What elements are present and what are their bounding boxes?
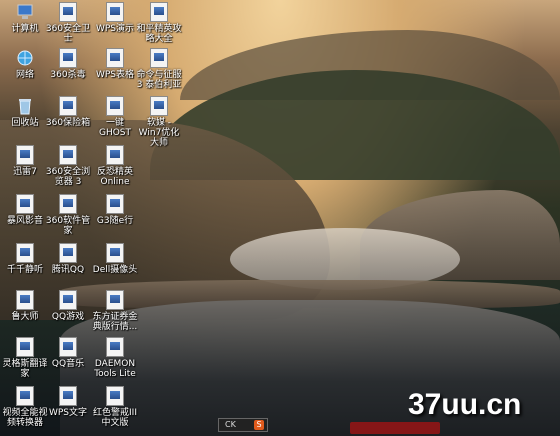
shortcut-icon (106, 48, 124, 68)
shortcut-icon (59, 96, 77, 116)
desktop-icon[interactable]: 和平精英攻略大全 (136, 2, 182, 44)
shortcut-icon (59, 386, 77, 406)
desktop-icon[interactable]: 一键GHOST (92, 96, 138, 138)
desktop-icon[interactable]: 360安全卫士 (45, 2, 91, 44)
shortcut-icon (106, 290, 124, 310)
desktop-icon[interactable]: 360软件管家 (45, 194, 91, 236)
desktop-icon[interactable]: 东方证券金典版行情... (92, 290, 138, 332)
desktop-icon[interactable]: 计算机 (2, 2, 48, 34)
desktop-icon-label: G3随e行 (96, 216, 134, 226)
desktop-icon-label: 360保险箱 (45, 118, 91, 128)
desktop-icon-label: 360安全浏览器 3 (45, 167, 91, 187)
shortcut-icon (16, 290, 34, 310)
desktop-icon-label: 360软件管家 (45, 216, 91, 236)
desktop-icon-label: 腾讯QQ (51, 265, 85, 275)
desktop-icon-label: WPS表格 (95, 70, 135, 80)
desktop-icon[interactable]: 360杀毒 (45, 48, 91, 80)
shortcut-icon (59, 48, 77, 68)
shortcut-icon (150, 2, 168, 22)
desktop-icon[interactable]: 反恐精英 Online (92, 145, 138, 187)
desktop-icon[interactable]: WPS演示 (92, 2, 138, 34)
desktop-icon[interactable]: 鲁大师 (2, 290, 48, 322)
desktop-icon-label: 软媒 - Win7优化大师 (138, 118, 180, 148)
shortcut-icon (106, 145, 124, 165)
desktop-icon-label: 和平精英攻略大全 (136, 24, 182, 44)
desktop-icon[interactable]: QQ游戏 (45, 290, 91, 322)
desktop-icon[interactable]: 暴风影音 (2, 194, 48, 226)
desktop-icon[interactable]: 360安全浏览器 3 (45, 145, 91, 187)
shortcut-icon (16, 337, 34, 357)
shortcut-icon (59, 243, 77, 263)
taskbar-widget[interactable]: CK S (218, 418, 268, 432)
shortcut-icon (16, 145, 34, 165)
desktop-icon-label: 红色警戒III 中文版 (93, 408, 137, 428)
sogou-input-icon[interactable]: S (254, 420, 264, 430)
desktop-icon[interactable]: Dell摄像头 (92, 243, 138, 275)
desktop-icon-label: 回收站 (11, 118, 39, 128)
shortcut-icon (106, 243, 124, 263)
desktop-icon[interactable]: 回收站 (2, 96, 48, 128)
desktop-icon[interactable]: QQ音乐 (45, 337, 91, 369)
desktop-icon[interactable]: DAEMON Tools Lite (92, 337, 138, 379)
desktop-icon-label: 网络 (15, 70, 34, 80)
desktop-icon[interactable]: 腾讯QQ (45, 243, 91, 275)
desktop-icon-label: DAEMON Tools Lite (94, 359, 136, 379)
desktop-icon-label: WPS演示 (95, 24, 135, 34)
desktop-icon[interactable]: WPS文字 (45, 386, 91, 418)
shortcut-icon (150, 48, 168, 68)
desktop-icon-label: 360杀毒 (50, 70, 86, 80)
desktop-icon[interactable]: 网络 (2, 48, 48, 80)
shortcut-icon (59, 194, 77, 214)
desktop-icon-label: 灵格斯翻译家 (2, 359, 48, 379)
shortcut-icon (106, 386, 124, 406)
desktop-icon-label: QQ音乐 (51, 359, 85, 369)
computer-icon (16, 2, 34, 22)
desktop-icon-label: 鲁大师 (11, 312, 39, 322)
desktop-icon[interactable]: 迅雷7 (2, 145, 48, 177)
shortcut-icon (106, 96, 124, 116)
desktop-icon-label: QQ游戏 (51, 312, 85, 322)
shortcut-icon (16, 243, 34, 263)
desktop-icon[interactable]: 360保险箱 (45, 96, 91, 128)
desktop-icon[interactable]: G3随e行 (92, 194, 138, 226)
desktop-icon-grid: 计算机 360安全卫士 WPS演示 和平精英攻略大全网络 360杀毒 WPS表格 命令与征服… (0, 0, 220, 436)
desktop-icon-label: 迅雷7 (13, 167, 37, 177)
desktop-icon[interactable]: 红色警戒III 中文版 (92, 386, 138, 428)
desktop-icon-label: 反恐精英 Online (96, 167, 133, 187)
desktop-icon[interactable]: 千千静听 (2, 243, 48, 275)
desktop-icon-label: 东方证券金典版行情... (92, 312, 138, 332)
shortcut-icon (106, 2, 124, 22)
shortcut-icon (59, 290, 77, 310)
desktop-icon[interactable]: 视频全能视频转换器 (2, 386, 48, 428)
shortcut-icon (106, 337, 124, 357)
recycle-bin-icon (16, 96, 34, 116)
desktop-icon[interactable]: 灵格斯翻译家 (2, 337, 48, 379)
shortcut-icon (106, 194, 124, 214)
desktop-icon[interactable]: WPS表格 (92, 48, 138, 80)
taskbar-widget-label: CK (225, 420, 236, 429)
system-tray[interactable] (350, 422, 440, 434)
desktop-icon-label: 命令与征服3 泰伯利亚 (136, 70, 182, 90)
shortcut-icon (59, 2, 77, 22)
shortcut-icon (150, 96, 168, 116)
desktop-icon-label: 计算机 (11, 24, 39, 34)
desktop-icon-label: Dell摄像头 (92, 265, 138, 275)
desktop-icon-label: 视频全能视频转换器 (2, 408, 48, 428)
desktop-icon[interactable]: 命令与征服3 泰伯利亚 (136, 48, 182, 90)
desktop-icon-label: 一键GHOST (98, 118, 132, 138)
desktop-icon-label: 千千静听 (6, 265, 43, 275)
desktop-icon[interactable]: 软媒 - Win7优化大师 (136, 96, 182, 148)
shortcut-icon (16, 194, 34, 214)
shortcut-icon (59, 145, 77, 165)
desktop-icon-label: 360安全卫士 (45, 24, 91, 44)
desktop-icon-label: WPS文字 (48, 408, 88, 418)
desktop-icon-label: 暴风影音 (6, 216, 43, 226)
shortcut-icon (59, 337, 77, 357)
shortcut-icon (16, 386, 34, 406)
network-icon (16, 48, 34, 68)
site-watermark: 37uu.cn (408, 388, 522, 421)
